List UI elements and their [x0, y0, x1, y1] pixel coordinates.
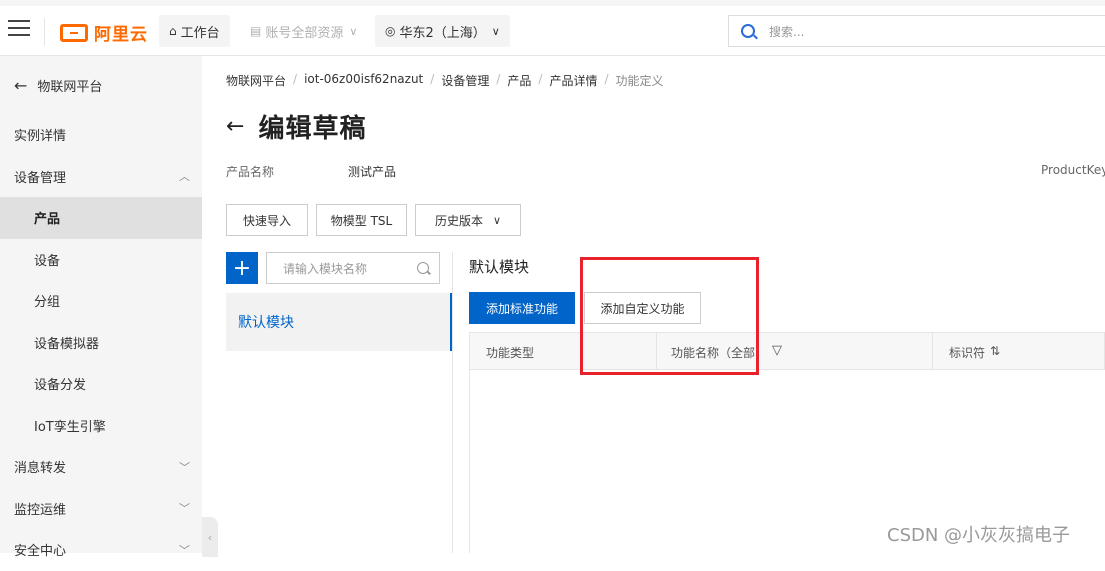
resources-dropdown[interactable]: ▤ 账号全部资源 ∨	[240, 15, 368, 47]
breadcrumb-item[interactable]: 产品详情	[549, 72, 597, 89]
sidebar-item-label: 设备分发	[34, 378, 87, 394]
plus-icon: +	[232, 255, 252, 281]
sidebar-item-label: 监控运维	[14, 502, 67, 518]
chevron-down-icon: ﹀	[179, 543, 190, 557]
sidebar-item-label: 设备模拟器	[34, 336, 100, 352]
button-label: 物模型 TSL	[330, 213, 393, 228]
sidebar-item-groups[interactable]: 分组	[0, 280, 202, 322]
functions-table-header: 功能类型 功能名称（全部 ▽ 标识符 ⇅	[469, 332, 1105, 370]
breadcrumb-item[interactable]: 设备管理	[441, 72, 489, 89]
breadcrumb-item[interactable]: iot-06z00isf62nazut	[304, 72, 423, 89]
sidebar-item-label: 分组	[34, 295, 61, 311]
chevron-down-icon: ∨	[492, 213, 502, 227]
sidebar-item-label: 实例详情	[14, 129, 67, 145]
product-name-value: 测试产品	[348, 165, 397, 179]
module-search-placeholder: 请输入模块名称	[283, 261, 368, 276]
column-header-identifier: 标识符	[949, 346, 986, 360]
page-title: 编辑草稿	[258, 114, 367, 144]
sort-icon[interactable]: ⇅	[990, 344, 1000, 358]
sidebar-item-security-center[interactable]: 安全中心 ﹀	[0, 529, 202, 571]
breadcrumb-separator: /	[604, 72, 609, 86]
resources-label: 账号全部资源	[265, 25, 344, 41]
chevron-left-icon: ‹	[207, 530, 213, 544]
breadcrumb-item[interactable]: 产品	[507, 72, 531, 89]
sidebar-item-device-simulator[interactable]: 设备模拟器	[0, 322, 202, 364]
sidebar-item-device-management[interactable]: 设备管理 ︿	[0, 156, 202, 198]
region-dropdown[interactable]: ◎ 华东2（上海） ∨	[375, 15, 510, 47]
breadcrumb-separator: /	[430, 72, 435, 86]
column-divider	[932, 333, 933, 369]
location-pin-icon: ◎	[385, 24, 396, 38]
module-list-item[interactable]: 默认模块	[226, 293, 452, 351]
search-placeholder: 搜索...	[769, 24, 805, 39]
home-icon: ⌂	[169, 24, 177, 38]
sidebar-item-label: 设备管理	[14, 170, 67, 186]
chevron-down-icon: ∨	[491, 24, 500, 38]
button-label: 快速导入	[242, 213, 291, 228]
workbench-label: 工作台	[180, 25, 220, 41]
button-label: 添加标准功能	[485, 301, 558, 316]
sidebar-back-label: 物联网平台	[37, 79, 103, 95]
add-module-button[interactable]: +	[226, 252, 258, 284]
chevron-down-icon: ∨	[349, 24, 358, 38]
chevron-down-icon: ﹀	[179, 502, 190, 516]
sidebar-item-monitoring-ops[interactable]: 监控运维 ﹀	[0, 488, 202, 530]
divider	[44, 18, 45, 46]
sidebar-item-message-forwarding[interactable]: 消息转发 ﹀	[0, 446, 202, 488]
sidebar-item-device-distribution[interactable]: 设备分发	[0, 363, 202, 405]
breadcrumb-item[interactable]: 物联网平台	[226, 72, 286, 89]
product-key-label: ProductKey	[1041, 163, 1105, 177]
button-label: 历史版本	[434, 213, 483, 228]
sidebar-back-link[interactable]: ← 物联网平台	[0, 56, 202, 114]
menu-icon[interactable]	[8, 20, 30, 38]
add-standard-function-button[interactable]: 添加标准功能	[469, 292, 575, 324]
history-version-dropdown[interactable]: 历史版本 ∨	[415, 204, 521, 236]
sidebar-collapse-handle[interactable]: ‹	[202, 517, 218, 557]
divider	[452, 252, 453, 553]
watermark: CSDN @小灰灰搞电子	[887, 525, 1071, 546]
region-label: 华东2（上海）	[399, 25, 486, 41]
breadcrumb-separator: /	[538, 72, 543, 86]
module-item-label: 默认模块	[238, 315, 294, 331]
section-title: 默认模块	[469, 258, 530, 276]
breadcrumb: 物联网平台 / iot-06z00isf62nazut / 设备管理 / 产品 / 产品…	[226, 72, 664, 89]
global-search-input[interactable]: 搜索...	[728, 15, 1105, 47]
workbench-button[interactable]: ⌂ 工作台	[159, 15, 230, 47]
sidebar-item-products[interactable]: 产品	[0, 197, 202, 239]
back-arrow-icon[interactable]: ←	[226, 114, 244, 139]
grid-icon: ▤	[250, 24, 262, 38]
chevron-up-icon: ︿	[179, 170, 190, 184]
arrow-left-icon: ←	[14, 75, 28, 95]
logo-text: 阿里云	[94, 25, 148, 45]
logo-mark-icon	[60, 23, 88, 42]
search-icon	[417, 262, 429, 274]
tsl-button[interactable]: 物模型 TSL	[316, 204, 407, 236]
sidebar-item-instance-details[interactable]: 实例详情	[0, 114, 202, 156]
highlight-annotation-box	[580, 257, 759, 375]
sidebar-item-label: 产品	[34, 212, 61, 228]
breadcrumb-current: 功能定义	[615, 74, 664, 88]
product-name-label: 产品名称	[226, 165, 275, 179]
top-navbar: 阿里云 ⌂ 工作台 ▤ 账号全部资源 ∨ ◎ 华东2（上海） ∨ 搜索...	[0, 0, 1105, 56]
module-search-input[interactable]: 请输入模块名称	[266, 252, 440, 284]
sidebar: ← 物联网平台 实例详情 设备管理 ︿ 产品 设备 分组 设备模拟器 设备分发 I…	[0, 56, 202, 559]
sidebar-item-label: 安全中心	[14, 544, 67, 560]
sidebar-item-iot-twin-engine[interactable]: IoT孪生引擎	[0, 405, 202, 447]
page-header: ← 编辑草稿	[226, 108, 366, 145]
column-header-function-type: 功能类型	[486, 346, 535, 360]
breadcrumb-separator: /	[293, 72, 298, 86]
search-icon	[741, 24, 755, 38]
quick-import-button[interactable]: 快速导入	[226, 204, 308, 236]
sidebar-item-label: IoT孪生引擎	[34, 419, 106, 435]
chevron-down-icon: ﹀	[179, 460, 190, 474]
sidebar-item-label: 设备	[34, 253, 61, 269]
breadcrumb-separator: /	[496, 72, 501, 86]
sidebar-item-devices[interactable]: 设备	[0, 239, 202, 281]
sidebar-item-label: 消息转发	[14, 461, 67, 477]
aliyun-logo[interactable]: 阿里云	[60, 20, 148, 45]
filter-icon[interactable]: ▽	[772, 343, 782, 358]
